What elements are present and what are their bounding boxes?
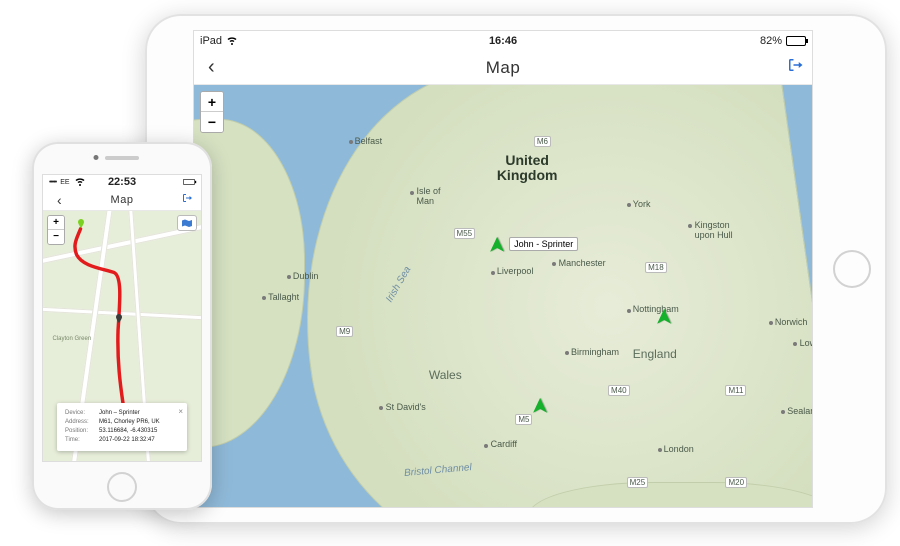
carrier-label: iPad [200, 35, 222, 47]
ipad-screen: iPad 16:46 82% ‹ Map [193, 30, 813, 508]
road-label: M11 [725, 385, 746, 396]
iphone-camera [94, 155, 99, 160]
region-england: England [633, 347, 677, 361]
info-key: Device: [65, 409, 95, 418]
device-info-card: × Device: John – Sprinter Address: M61, … [57, 403, 187, 451]
clock: 22:53 [108, 176, 136, 188]
city-label: Dublin [293, 271, 319, 281]
city-dot [491, 271, 495, 275]
info-value: M61, Chorley PR6, UK [99, 418, 160, 427]
zoom-control: + − [200, 91, 224, 133]
battery-icon [183, 179, 195, 185]
logout-icon[interactable] [786, 56, 804, 79]
city-dot [262, 296, 266, 300]
landmass-britain [272, 85, 812, 507]
iphone-home-button[interactable] [107, 472, 137, 502]
zoom-out-button[interactable]: − [48, 230, 64, 244]
road-label: M9 [336, 326, 353, 337]
info-key: Time: [65, 436, 95, 445]
logout-icon[interactable] [181, 191, 193, 209]
clock: 16:46 [489, 35, 517, 47]
info-key: Address: [65, 418, 95, 427]
city-dot [287, 275, 291, 279]
road-label: M20 [725, 477, 747, 488]
road-label: M18 [645, 262, 667, 273]
back-button[interactable]: ‹ [202, 56, 221, 79]
city-dot [349, 140, 353, 144]
ipad-nav-bar: ‹ Map [194, 51, 812, 85]
iphone-map-canvas[interactable]: + − Clayton Green × [43, 211, 201, 461]
carrier-label: EE [60, 179, 69, 186]
iphone-screen: ••••• EE 22:53 ‹ Map [42, 174, 202, 462]
road-label: M25 [627, 477, 649, 488]
city-label: Belfast [355, 136, 383, 146]
zoom-in-button[interactable]: + [201, 92, 223, 112]
iphone-device-frame: ••••• EE 22:53 ‹ Map [32, 142, 212, 510]
region-uk: UnitedKingdom [497, 153, 558, 184]
back-button[interactable]: ‹ [51, 192, 68, 208]
iphone-nav-bar: ‹ Map [43, 189, 201, 211]
close-icon[interactable]: × [178, 406, 183, 418]
info-value: John – Sprinter [99, 409, 140, 418]
city-label: Lowestoft [800, 338, 812, 348]
city-label: York [633, 199, 651, 209]
vehicle-marker[interactable]: ➤ [484, 236, 510, 254]
vehicle-pin[interactable] [113, 312, 125, 324]
city-label: Tallaght [268, 292, 299, 302]
vehicle-marker-label: John - Sprinter [509, 237, 578, 251]
signal-icon: ••••• [49, 179, 56, 186]
city-dot [410, 191, 414, 195]
region-wales: Wales [429, 368, 462, 382]
city-label: Isle ofMan [416, 186, 440, 206]
ipad-status-bar: iPad 16:46 82% [194, 31, 812, 51]
info-row: Device: John – Sprinter [65, 409, 179, 418]
battery-pct: 82% [760, 35, 782, 47]
route-start-pin[interactable] [75, 217, 87, 229]
ipad-home-button[interactable] [833, 250, 871, 288]
info-value: 2017-09-22 18:32:47 [99, 436, 155, 445]
info-row: Address: M61, Chorley PR6, UK [65, 418, 179, 427]
info-key: Position: [65, 427, 95, 436]
info-row: Position: 53.116684, -6.430315 [65, 427, 179, 436]
road-label: M6 [534, 136, 551, 147]
info-row: Time: 2017-09-22 18:32:47 [65, 436, 179, 445]
iphone-speaker [105, 156, 139, 160]
city-label: Norwich [775, 317, 808, 327]
wifi-icon [74, 175, 86, 189]
city-label: Sealand [787, 406, 812, 416]
road-label: M55 [454, 228, 476, 239]
zoom-in-button[interactable]: + [48, 216, 64, 230]
city-label: Kingstonupon Hull [695, 220, 733, 240]
city-label: St David's [386, 402, 426, 412]
city-label: Birmingham [571, 347, 619, 357]
city-dot [627, 309, 631, 313]
city-label: Liverpool [497, 266, 534, 276]
city-dot [565, 351, 569, 355]
road-label: M5 [515, 414, 532, 425]
wifi-icon [226, 34, 238, 49]
zoom-out-button[interactable]: − [201, 112, 223, 132]
vehicle-marker[interactable]: ➤ [651, 308, 677, 326]
city-label: Cardiff [491, 439, 517, 449]
ipad-map-canvas[interactable]: + − UnitedKingdom England Wales Irish Se… [194, 85, 812, 507]
iphone-status-bar: ••••• EE 22:53 [43, 175, 201, 189]
info-value: 53.116684, -6.430315 [99, 427, 157, 436]
map-type-button[interactable] [177, 215, 197, 231]
page-title: Map [194, 58, 812, 78]
vehicle-marker[interactable]: ➤ [527, 397, 553, 415]
ipad-device-frame: iPad 16:46 82% ‹ Map [145, 14, 887, 524]
city-dot [781, 410, 785, 414]
city-dot [658, 448, 662, 452]
city-label: Manchester [559, 258, 606, 268]
road-label: M40 [608, 385, 630, 396]
battery-icon [786, 36, 806, 46]
city-dot [627, 203, 631, 207]
zoom-control: + − [47, 215, 65, 245]
city-label: Clayton Green [52, 336, 91, 342]
city-label: London [664, 444, 694, 454]
